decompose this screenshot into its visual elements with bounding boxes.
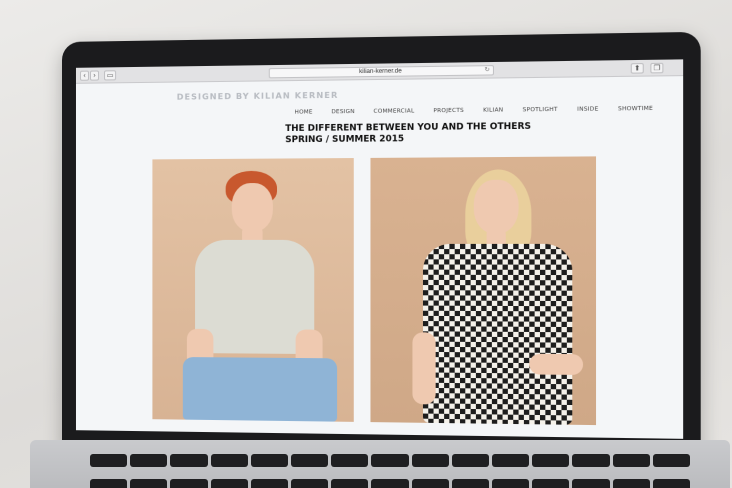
keyboard-key bbox=[572, 454, 609, 467]
laptop-base bbox=[30, 440, 730, 488]
model-face bbox=[232, 183, 273, 232]
keyboard-key bbox=[291, 479, 328, 488]
nav-item-projects[interactable]: PROJECTS bbox=[433, 108, 464, 114]
keyboard-key bbox=[251, 479, 288, 488]
nav-item-kilian[interactable]: KILIAN bbox=[483, 107, 503, 113]
keyboard-key bbox=[211, 454, 248, 467]
lookbook-photo-male[interactable] bbox=[152, 158, 353, 422]
back-button[interactable]: ‹ bbox=[80, 71, 89, 81]
keyboard-key bbox=[653, 454, 690, 467]
laptop-screen: ‹ › ▭ kilian-kerner.de ↻ ⬆ ❐ DESIGNED BY… bbox=[76, 59, 683, 438]
keyboard-key bbox=[613, 479, 650, 488]
tabs-button[interactable]: ❐ bbox=[650, 63, 663, 74]
url-text: kilian-kerner.de bbox=[359, 68, 402, 75]
keyboard bbox=[90, 454, 690, 488]
model-check-dress bbox=[423, 244, 572, 425]
keyboard-key bbox=[211, 479, 248, 488]
address-bar[interactable]: kilian-kerner.de ↻ bbox=[269, 65, 494, 78]
keyboard-key bbox=[90, 454, 127, 467]
nav-item-spotlight[interactable]: SPOTLIGHT bbox=[523, 107, 558, 114]
keyboard-key bbox=[371, 479, 408, 488]
keyboard-key bbox=[90, 479, 127, 488]
tabs-icon: ❐ bbox=[653, 64, 660, 72]
site-nav: HOME DESIGN COMMERCIAL PROJECTS KILIAN S… bbox=[295, 106, 673, 116]
keyboard-key bbox=[653, 479, 690, 488]
keyboard-key bbox=[532, 454, 569, 467]
laptop-lid: ‹ › ▭ kilian-kerner.de ↻ ⬆ ❐ DESIGNED BY… bbox=[62, 32, 701, 462]
nav-item-home[interactable]: HOME bbox=[295, 109, 313, 115]
model-arm-left bbox=[412, 332, 435, 404]
nav-item-inside[interactable]: INSIDE bbox=[577, 106, 598, 112]
sidebar-icon: ▭ bbox=[107, 71, 114, 79]
keyboard-key bbox=[130, 454, 167, 467]
headline-line-2: SPRING / SUMMER 2015 bbox=[285, 133, 531, 146]
forward-button[interactable]: › bbox=[90, 70, 99, 80]
forward-icon: › bbox=[93, 72, 96, 80]
nav-item-commercial[interactable]: COMMERCIAL bbox=[374, 108, 415, 115]
keyboard-key bbox=[572, 479, 609, 488]
keyboard-key bbox=[371, 454, 408, 467]
lookbook-photo-female[interactable] bbox=[370, 156, 596, 425]
reload-icon[interactable]: ↻ bbox=[484, 66, 489, 74]
share-button[interactable]: ⬆ bbox=[631, 63, 644, 74]
nav-item-showtime[interactable]: SHOWTIME bbox=[618, 106, 653, 113]
keyboard-key bbox=[492, 454, 529, 467]
keyboard-key bbox=[130, 479, 167, 488]
keyboard-key bbox=[452, 454, 489, 467]
keyboard-key bbox=[331, 454, 368, 467]
keyboard-key bbox=[492, 479, 529, 488]
sidebar-button[interactable]: ▭ bbox=[104, 70, 116, 80]
browser-toolbar: ‹ › ▭ kilian-kerner.de ↻ ⬆ ❐ bbox=[76, 59, 683, 83]
back-icon: ‹ bbox=[83, 72, 86, 80]
keyboard-key bbox=[331, 479, 368, 488]
model-arm-right bbox=[529, 354, 583, 375]
nav-item-design[interactable]: DESIGN bbox=[331, 109, 354, 115]
keyboard-key bbox=[532, 479, 569, 488]
model-pants bbox=[183, 357, 337, 422]
keyboard-key bbox=[170, 454, 207, 467]
keyboard-key bbox=[412, 454, 449, 467]
share-icon: ⬆ bbox=[634, 64, 640, 72]
site-logo[interactable]: DESIGNED BY KILIAN KERNER bbox=[177, 91, 339, 102]
keyboard-key bbox=[613, 454, 650, 467]
keyboard-key bbox=[291, 454, 328, 467]
keyboard-key bbox=[412, 479, 449, 488]
keyboard-key bbox=[251, 454, 288, 467]
model-face bbox=[474, 180, 519, 234]
keyboard-key bbox=[170, 479, 207, 488]
headline-line-1: THE DIFFERENT BETWEEN YOU AND THE OTHERS bbox=[285, 122, 531, 136]
page-headline: THE DIFFERENT BETWEEN YOU AND THE OTHERS… bbox=[285, 122, 531, 147]
keyboard-key bbox=[452, 479, 489, 488]
